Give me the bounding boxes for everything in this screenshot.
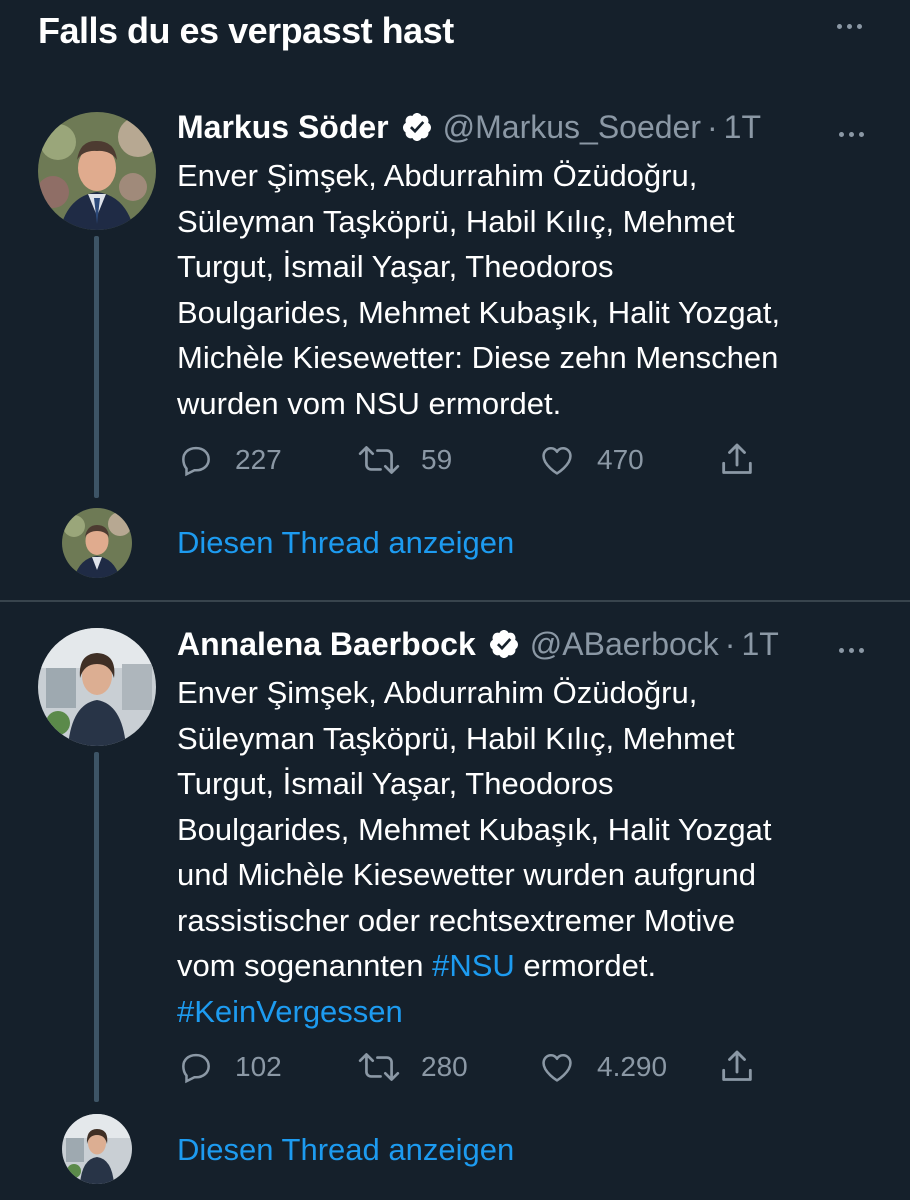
thread-avatar[interactable] <box>62 1114 132 1184</box>
reply-button[interactable]: 102 <box>177 1045 282 1089</box>
share-button[interactable] <box>717 438 757 482</box>
avatar[interactable] <box>38 112 156 230</box>
section-title: Falls du es verpasst hast <box>38 10 454 51</box>
separator: · <box>707 108 718 145</box>
author-handle[interactable]: @Markus_Soeder <box>443 109 701 146</box>
like-button[interactable]: 470 <box>537 438 644 482</box>
tweet-text-line: Boulgarides, Mehmet Kubaşık, Halit Yozga… <box>177 811 772 847</box>
verified-badge-icon <box>401 111 433 143</box>
share-button[interactable] <box>717 1045 757 1089</box>
like-count: 470 <box>597 444 644 475</box>
timeline-page: Falls du es verpasst hast Markus Söder @… <box>0 0 910 1200</box>
separator: · <box>724 625 736 662</box>
tweet-more-icon[interactable] <box>834 124 868 144</box>
tweet-text-line: Turgut, İsmail Yaşar, Theodoros <box>177 766 614 801</box>
tweet-text-line: Boulgarides, Mehmet Kubaşık, Halit Yozga… <box>177 294 781 330</box>
tweet-header: Annalena Baerbock @ABaerbock · 1T <box>177 624 779 664</box>
tweet-text-line: Süleyman Taşköprü, Habil Kılıç, Mehmet <box>177 203 735 239</box>
retweet-count: 280 <box>421 1051 468 1082</box>
hashtag-link-keinvergessen[interactable]: #KeinVergessen <box>177 994 403 1029</box>
author-name[interactable]: Annalena Baerbock <box>177 626 476 663</box>
retweet-button[interactable]: 59 <box>357 438 452 482</box>
reply-button[interactable]: 227 <box>177 438 282 482</box>
hashtag-link-nsu[interactable]: #NSU <box>432 948 515 983</box>
section-header: Falls du es verpasst hast <box>0 0 910 70</box>
heart-icon <box>537 441 577 479</box>
retweet-icon <box>357 441 401 479</box>
heart-icon <box>537 1048 577 1086</box>
tweet-text-line: Enver Şimşek, Abdurrahim Özüdoğru, <box>177 158 698 193</box>
tweet-text-segment: vom sogenannten <box>177 948 433 983</box>
tweet-text: Enver Şimşek, Abdurrahim Özüdoğru, Süley… <box>177 670 877 1034</box>
tweet-soeder[interactable]: Markus Söder @Markus_Soeder · 1T Enver Ş… <box>0 100 910 600</box>
tweet-text-line: #KeinVergessen <box>177 989 877 1035</box>
like-count: 4.290 <box>597 1051 668 1082</box>
retweet-count: 59 <box>421 444 453 475</box>
tweet-text-line: Turgut, İsmail Yaşar, Theodoros <box>177 249 614 284</box>
reply-count: 227 <box>235 444 282 475</box>
retweet-button[interactable]: 280 <box>357 1045 468 1089</box>
tweet-more-icon[interactable] <box>834 640 868 660</box>
author-name[interactable]: Markus Söder <box>177 109 389 146</box>
thread-line <box>94 236 99 498</box>
verified-badge-icon <box>488 628 520 660</box>
show-thread-link[interactable]: Diesen Thread anzeigen <box>177 1132 514 1168</box>
tweet-text-line: rassistischer oder rechtsextremer Motive <box>177 902 736 938</box>
tweet-header: Markus Söder @Markus_Soeder · 1T <box>177 107 761 147</box>
tweet-text: Enver Şimşek, Abdurrahim Özüdoğru, Süley… <box>177 153 877 426</box>
reply-icon <box>177 441 215 479</box>
author-handle[interactable]: @ABaerbock <box>530 626 719 663</box>
avatar[interactable] <box>38 628 156 746</box>
timestamp[interactable]: 1T <box>724 109 761 146</box>
tweet-baerbock[interactable]: Annalena Baerbock @ABaerbock · 1T Enver … <box>0 602 910 1200</box>
tweet-text-line: und Michèle Kiesewetter wurden aufgrund <box>177 857 757 892</box>
reply-count: 102 <box>235 1051 282 1082</box>
timestamp[interactable]: 1T <box>741 626 778 663</box>
tweet-text-line: vom sogenannten #NSU ermordet. <box>177 943 877 989</box>
like-button[interactable]: 4.290 <box>537 1045 667 1089</box>
tweet-text-segment: ermordet. <box>514 948 657 983</box>
show-thread-link[interactable]: Diesen Thread anzeigen <box>177 525 514 561</box>
share-icon <box>717 440 757 480</box>
tweet-text-line: Süleyman Taşköprü, Habil Kılıç, Mehmet <box>177 720 735 756</box>
retweet-icon <box>357 1048 401 1086</box>
tweet-actions: 227 59 470 <box>177 438 817 482</box>
tweet-actions: 102 280 4.290 <box>177 1045 817 1089</box>
share-icon <box>717 1047 757 1087</box>
thread-avatar[interactable] <box>62 508 132 578</box>
tweet-text-line: Michèle Kiesewetter: Diese zehn Menschen <box>177 340 779 375</box>
tweet-text-line: wurden vom NSU ermordet. <box>177 385 562 421</box>
reply-icon <box>177 1048 215 1086</box>
thread-line <box>94 752 99 1102</box>
tweet-text-line: Enver Şimşek, Abdurrahim Özüdoğru, <box>177 675 698 710</box>
more-horizontal-icon[interactable] <box>834 16 864 36</box>
